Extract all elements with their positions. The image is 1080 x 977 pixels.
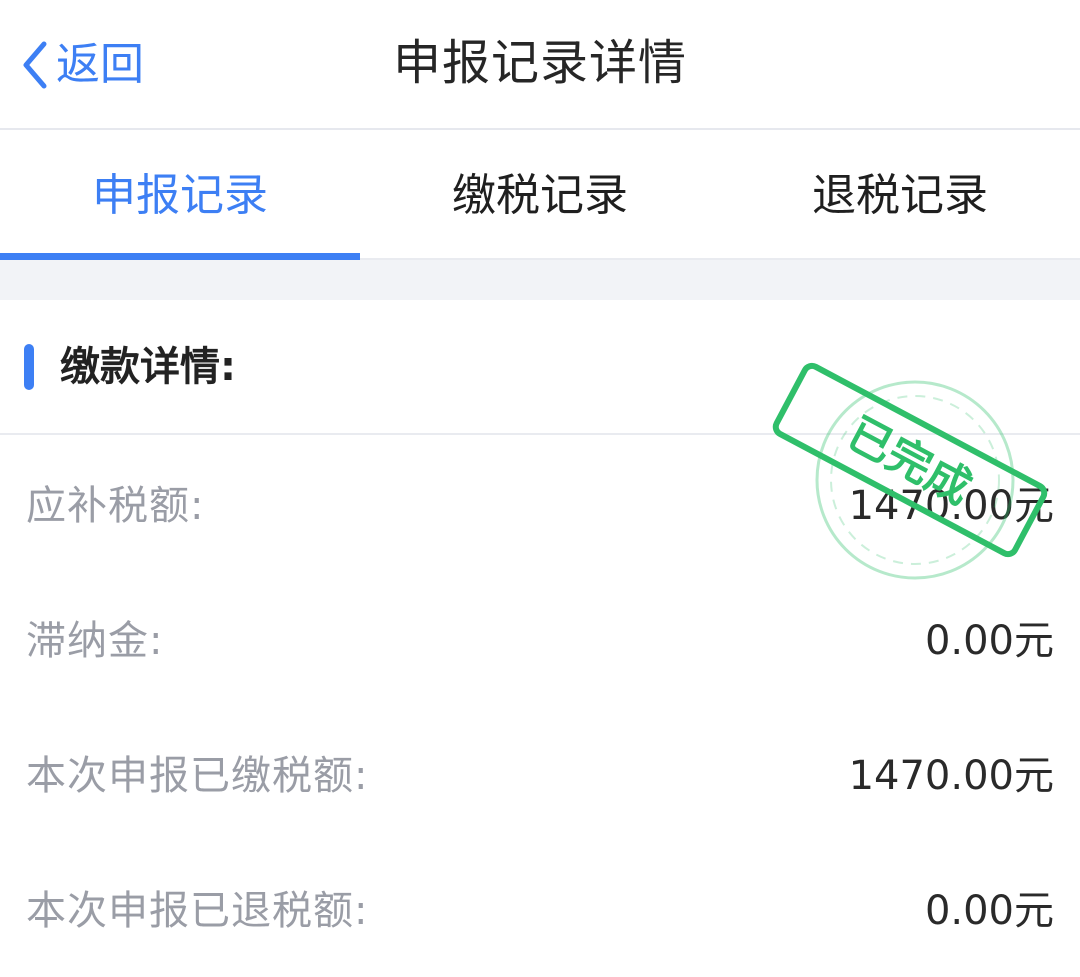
section-header: 缴款详情: (0, 300, 1080, 435)
tab-bar: 申报记录 缴税记录 退税记录 (0, 130, 1080, 260)
nav-bar: 返回 申报记录详情 (0, 0, 1080, 130)
detail-row-refund-amount: 本次申报已退税额: 0.00元 (0, 842, 1080, 977)
detail-row-late-fee: 滞纳金: 0.00元 (0, 572, 1080, 707)
detail-row-tax-due: 应补税额: 1470.00元 (0, 437, 1080, 572)
payment-details-list: 应补税额: 1470.00元 滞纳金: 0.00元 本次申报已缴税额: 1470… (0, 437, 1080, 977)
tab-declaration-records[interactable]: 申报记录 (0, 130, 360, 260)
row-label: 本次申报已退税额: (26, 888, 369, 934)
row-label: 滞纳金: (26, 618, 164, 664)
section-title: 缴款详情: (60, 344, 236, 390)
detail-row-paid-amount: 本次申报已缴税额: 1470.00元 (0, 707, 1080, 842)
section-divider (0, 260, 1080, 300)
tab-refund-records[interactable]: 退税记录 (720, 130, 1080, 258)
row-value: 0.00元 (924, 618, 1054, 664)
row-label: 本次申报已缴税额: (26, 753, 369, 799)
page-title: 申报记录详情 (392, 35, 687, 91)
section-accent-bar (24, 344, 34, 390)
row-value: 1470.00元 (848, 483, 1054, 529)
row-value: 1470.00元 (848, 753, 1054, 799)
tab-payment-records[interactable]: 缴税记录 (360, 130, 720, 258)
row-label: 应补税额: (26, 483, 205, 529)
row-value: 0.00元 (924, 888, 1054, 934)
